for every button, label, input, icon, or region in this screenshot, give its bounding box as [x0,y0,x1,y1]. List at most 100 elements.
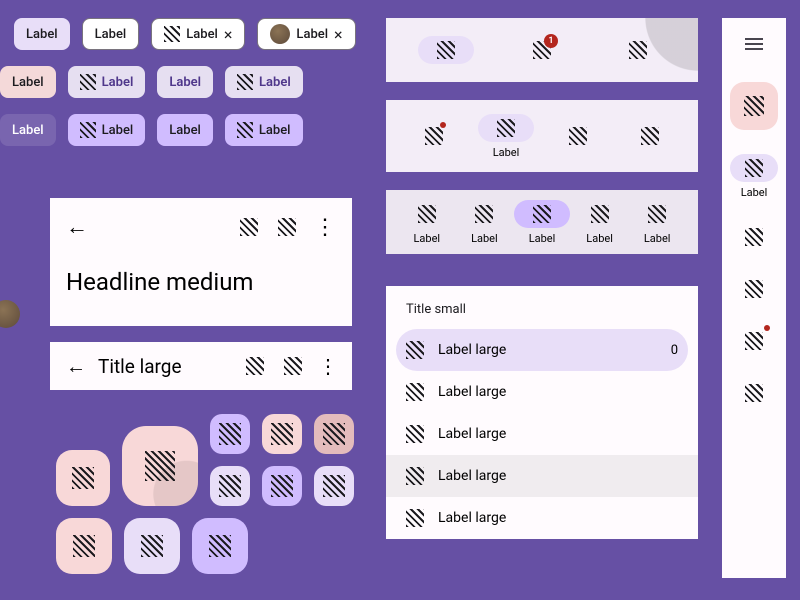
action-icon[interactable] [284,357,302,375]
action-icon[interactable] [278,218,296,236]
chip-label: Label [26,27,58,42]
rail-item[interactable]: Label [730,154,778,199]
list-label: Label large [438,468,506,484]
nav-item[interactable]: Label [572,200,628,245]
chip-icon [237,74,253,90]
nav-icon [425,127,443,145]
nav-item[interactable]: Label [399,200,455,245]
rail-item[interactable] [730,379,778,407]
chip-icon [80,74,96,90]
back-arrow-icon[interactable]: ← [66,214,88,240]
nav-icon [475,205,493,223]
nav-item[interactable]: Label [478,114,534,159]
fab-small[interactable] [210,414,250,454]
title: Title large [98,355,236,378]
list-label: Label large [438,342,506,358]
rail-fab[interactable] [730,82,778,130]
chip[interactable]: Label [225,66,303,98]
chip[interactable]: Label [225,114,303,146]
nav-item[interactable] [418,36,474,64]
rail-item[interactable] [730,223,778,251]
nav-icon [629,41,647,59]
nav-icon [745,159,763,177]
fab[interactable] [124,518,180,574]
action-icon[interactable] [240,218,258,236]
fab[interactable] [56,450,110,506]
list-label: Label large [438,384,506,400]
chip[interactable]: Label [157,114,213,146]
fab-group [50,408,360,580]
fab-icon [271,423,293,445]
chip-label: Label [169,75,201,90]
fab-small[interactable] [262,466,302,506]
chip[interactable]: Label [0,114,56,146]
nav-icon [745,332,763,350]
list-icon [406,467,424,485]
fab-small[interactable] [314,466,354,506]
nav-icon [745,280,763,298]
list-icon [406,341,424,359]
chip-label: Label [186,27,218,42]
fab-icon [72,467,94,489]
nav-icon [641,127,659,145]
chip[interactable]: Label [82,18,140,50]
nav-item[interactable] [406,122,462,150]
nav-icon [648,205,666,223]
nav-item[interactable]: Label [629,200,685,245]
menu-icon[interactable] [745,38,763,50]
fab[interactable] [56,518,112,574]
chip[interactable]: Label × [151,18,245,50]
nav-label: Label [529,232,556,245]
chip[interactable]: Label [68,114,146,146]
badge: 1 [544,34,558,48]
chip[interactable]: Label [14,18,70,50]
chip[interactable]: Label [157,66,213,98]
close-icon[interactable]: × [334,25,343,44]
nav-label: Label [586,232,613,245]
list-icon [406,383,424,401]
list-item[interactable]: Label large0 [396,329,688,371]
fab-small[interactable] [314,414,354,454]
fab-small[interactable] [210,466,250,506]
close-icon[interactable]: × [224,25,233,44]
rail-item[interactable] [730,327,778,355]
list-item[interactable]: Label large [386,371,698,413]
more-vert-icon[interactable]: ⋮ [306,215,344,240]
fab-icon [219,423,241,445]
nav-item[interactable]: 1 [514,36,570,64]
fab-icon [323,475,345,497]
chip-label: Label [296,27,328,42]
back-arrow-icon[interactable]: ← [66,354,86,379]
list-item[interactable]: Label large [386,413,698,455]
badge-dot [440,122,446,128]
navigation-bar: Label [386,100,698,172]
list-title: Title small [386,302,698,329]
fab-small[interactable] [262,414,302,454]
nav-label: Label [493,146,520,159]
list-item[interactable]: Label large [386,455,698,497]
nav-item[interactable]: Label [514,200,570,245]
fab-large[interactable] [122,426,198,506]
nav-icon [497,119,515,137]
action-icon[interactable] [246,357,264,375]
chip[interactable]: Label × [257,18,355,50]
nav-item[interactable] [622,122,678,150]
chip-label: Label [12,123,44,138]
more-vert-icon[interactable]: ⋮ [312,354,344,378]
nav-icon [591,205,609,223]
nav-item[interactable]: Label [456,200,512,245]
chip[interactable]: Label [0,66,56,98]
list-item[interactable]: Label large [386,497,698,539]
nav-item[interactable] [550,122,606,150]
rail-item[interactable] [730,275,778,303]
fab-icon [744,96,764,116]
list-icon [406,425,424,443]
fab-icon [219,475,241,497]
nav-item[interactable] [610,36,666,64]
fab[interactable] [192,518,248,574]
fab-icon [141,535,163,557]
navigation-rail: Label [722,18,786,578]
nav-icon [533,205,551,223]
fab-icon [209,535,231,557]
chip[interactable]: Label [68,66,146,98]
